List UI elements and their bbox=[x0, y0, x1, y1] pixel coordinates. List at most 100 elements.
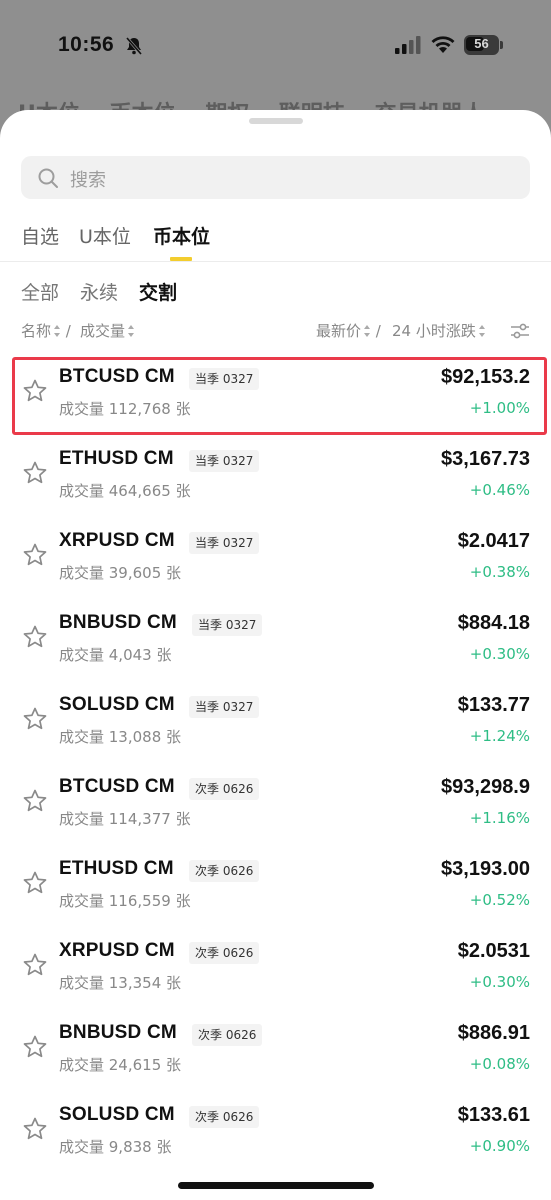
contract-symbol: ETHUSD CM bbox=[59, 448, 174, 469]
wifi-icon bbox=[431, 36, 455, 53]
star-icon[interactable] bbox=[22, 460, 48, 486]
sheet-grabber[interactable] bbox=[249, 118, 303, 124]
contract-volume: 成交量 116,559 张 bbox=[59, 892, 191, 910]
star-icon[interactable] bbox=[22, 870, 48, 896]
contract-volume: 成交量 39,605 张 bbox=[59, 564, 182, 582]
filter-settings-icon[interactable] bbox=[509, 320, 531, 342]
sort-icon bbox=[128, 325, 135, 337]
delivery-badge: 当季 0327 bbox=[189, 368, 260, 390]
price-change: +0.38% bbox=[469, 563, 530, 581]
search-placeholder: 搜索 bbox=[70, 170, 106, 191]
last-price: $133.77 bbox=[457, 694, 530, 716]
contract-symbol: XRPUSD CM bbox=[59, 530, 175, 551]
price-change: +0.30% bbox=[469, 645, 530, 663]
sort-by-last-price[interactable]: 最新价 / bbox=[316, 320, 381, 341]
home-indicator[interactable] bbox=[178, 1182, 374, 1189]
subtab-all[interactable]: 全部 bbox=[21, 278, 59, 305]
column-volume-label: 成交量 bbox=[80, 322, 126, 340]
last-price: $884.18 bbox=[457, 612, 530, 634]
sort-icon bbox=[364, 325, 371, 337]
delivery-badge: 当季 0327 bbox=[189, 450, 260, 472]
search-input[interactable]: 搜索 bbox=[21, 156, 530, 199]
contract-symbol: BTCUSD CM bbox=[59, 776, 175, 797]
star-icon[interactable] bbox=[22, 952, 48, 978]
sort-by-change[interactable]: 24 小时涨跌 bbox=[392, 320, 486, 341]
status-time: 10:56 bbox=[58, 33, 115, 56]
contract-symbol: BNBUSD CM bbox=[59, 1022, 177, 1043]
delivery-badge: 次季 0626 bbox=[189, 1106, 260, 1128]
last-price: $2.0531 bbox=[457, 940, 530, 962]
delivery-badge: 当季 0327 bbox=[192, 614, 263, 636]
star-icon[interactable] bbox=[22, 788, 48, 814]
column-separator: / bbox=[65, 322, 71, 340]
contract-volume: 成交量 464,665 张 bbox=[59, 482, 191, 500]
last-price: $93,298.9 bbox=[441, 776, 530, 798]
column-separator: / bbox=[375, 322, 381, 340]
star-icon[interactable] bbox=[22, 542, 48, 568]
market-row[interactable]: ETHUSD CM 次季 0626 成交量 116,559 张 $3,193.0… bbox=[0, 846, 551, 928]
contract-volume: 成交量 114,377 张 bbox=[59, 810, 191, 828]
price-change: +0.30% bbox=[469, 973, 530, 991]
subtab-perpetual[interactable]: 永续 bbox=[80, 278, 118, 305]
price-change: +0.90% bbox=[469, 1137, 530, 1155]
market-row[interactable]: SOLUSD CM 当季 0327 成交量 13,088 张 $133.77 +… bbox=[0, 682, 551, 764]
price-change: +0.08% bbox=[469, 1055, 530, 1073]
last-price: $886.91 bbox=[457, 1022, 530, 1044]
sort-icon bbox=[478, 325, 485, 337]
tab-coin-margined[interactable]: 币本位 bbox=[153, 222, 210, 249]
search-icon bbox=[38, 168, 58, 188]
subtab-delivery[interactable]: 交割 bbox=[139, 278, 177, 305]
last-price: $3,193.00 bbox=[441, 858, 530, 880]
column-change-label: 24 小时涨跌 bbox=[392, 322, 476, 340]
market-row[interactable]: XRPUSD CM 当季 0327 成交量 39,605 张 $2.0417 +… bbox=[0, 518, 551, 600]
tab-usdt-margined[interactable]: U本位 bbox=[79, 222, 131, 249]
star-icon[interactable] bbox=[22, 1034, 48, 1060]
delivery-badge: 当季 0327 bbox=[189, 532, 260, 554]
contract-symbol: BNBUSD CM bbox=[59, 612, 177, 633]
contract-symbol: SOLUSD CM bbox=[59, 694, 175, 715]
contract-symbol: SOLUSD CM bbox=[59, 1104, 175, 1125]
contract-volume: 成交量 112,768 张 bbox=[59, 400, 191, 418]
last-price: $133.61 bbox=[457, 1104, 530, 1126]
battery-icon: 56 bbox=[464, 35, 504, 55]
delivery-badge: 次季 0626 bbox=[192, 1024, 263, 1046]
column-header: 名称 / 成交量 最新价 / 24 小时涨跌 bbox=[0, 320, 551, 344]
tab-favorites[interactable]: 自选 bbox=[21, 222, 59, 249]
contract-volume: 成交量 4,043 张 bbox=[59, 646, 172, 664]
contract-volume: 成交量 13,354 张 bbox=[59, 974, 182, 992]
last-price: $92,153.2 bbox=[441, 366, 530, 388]
sort-by-volume[interactable]: 成交量 bbox=[80, 320, 135, 341]
star-icon[interactable] bbox=[22, 1116, 48, 1142]
market-row[interactable]: ETHUSD CM 当季 0327 成交量 464,665 张 $3,167.7… bbox=[0, 436, 551, 518]
market-row[interactable]: BNBUSD CM 当季 0327 成交量 4,043 张 $884.18 +0… bbox=[0, 600, 551, 682]
tabs-divider bbox=[0, 261, 551, 262]
cellular-signal-icon bbox=[395, 36, 421, 54]
price-change: +1.00% bbox=[469, 399, 530, 417]
contract-symbol: XRPUSD CM bbox=[59, 940, 175, 961]
star-icon[interactable] bbox=[22, 378, 48, 404]
status-bar: 10:56 56 bbox=[0, 0, 551, 90]
column-price-label: 最新价 bbox=[316, 322, 362, 340]
sort-by-name[interactable]: 名称 / bbox=[21, 320, 71, 341]
battery-level: 56 bbox=[474, 36, 489, 51]
contract-symbol: BTCUSD CM bbox=[59, 366, 175, 387]
delivery-badge: 次季 0626 bbox=[189, 778, 260, 800]
contract-volume: 成交量 24,615 张 bbox=[59, 1056, 182, 1074]
market-row[interactable]: BTCUSD CM 当季 0327 成交量 112,768 张 $92,153.… bbox=[0, 354, 551, 436]
market-row[interactable]: BNBUSD CM 次季 0626 成交量 24,615 张 $886.91 +… bbox=[0, 1010, 551, 1092]
star-icon[interactable] bbox=[22, 624, 48, 650]
price-change: +0.52% bbox=[469, 891, 530, 909]
last-price: $3,167.73 bbox=[441, 448, 530, 470]
contract-symbol: ETHUSD CM bbox=[59, 858, 174, 879]
sort-icon bbox=[54, 325, 61, 337]
contract-volume: 成交量 9,838 张 bbox=[59, 1138, 172, 1156]
star-icon[interactable] bbox=[22, 706, 48, 732]
market-row[interactable]: BTCUSD CM 次季 0626 成交量 114,377 张 $93,298.… bbox=[0, 764, 551, 846]
delivery-badge: 次季 0626 bbox=[189, 860, 260, 882]
price-change: +1.24% bbox=[469, 727, 530, 745]
price-change: +1.16% bbox=[469, 809, 530, 827]
market-row[interactable]: SOLUSD CM 次季 0626 成交量 9,838 张 $133.61 +0… bbox=[0, 1092, 551, 1174]
market-row[interactable]: XRPUSD CM 次季 0626 成交量 13,354 张 $2.0531 +… bbox=[0, 928, 551, 1010]
delivery-badge: 当季 0327 bbox=[189, 696, 260, 718]
contract-volume: 成交量 13,088 张 bbox=[59, 728, 182, 746]
